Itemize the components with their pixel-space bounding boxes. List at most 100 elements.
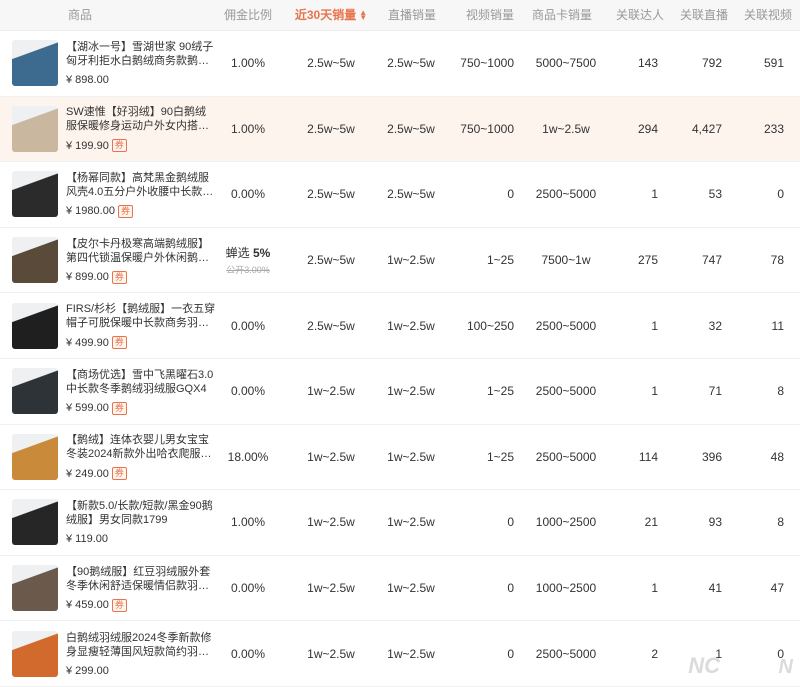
product-price: ¥ 249.00 — [66, 467, 109, 480]
lives-cell[interactable]: 747 — [670, 228, 722, 293]
video-sales-cell: 0 — [507, 187, 514, 202]
table-row[interactable]: 【鹅绒】连体衣婴儿男女宝宝冬装2024新款外出哈衣爬服防风 ¥ 249.00 券… — [0, 424, 800, 491]
product-name[interactable]: 白鹅绒羽绒服2024冬季新款修身显瘦轻薄国风短款简约羽绒服 — [66, 631, 216, 659]
lives-cell[interactable]: 71 — [670, 359, 722, 424]
influencers-cell[interactable]: 2 — [606, 621, 658, 686]
product-info[interactable]: 【90鹅绒服】红豆羽绒服外套冬季休闲舒适保暖情侣款羽绒外套 ¥ 459.00 券 — [12, 556, 224, 621]
commission-cell: 18.00% — [227, 449, 269, 464]
commission-cell: 0.00% — [230, 646, 266, 661]
lives-cell[interactable]: 32 — [670, 293, 722, 358]
videos-cell[interactable]: 47 — [732, 556, 784, 621]
table-row[interactable]: SW速惟【好羽绒】90白鹅绒服保暖修身运动户外女内搭羽绒服 ¥ 199.90 券… — [0, 96, 800, 163]
header-commission[interactable]: 佣金比例 — [218, 0, 278, 30]
lives-cell[interactable]: 396 — [670, 425, 722, 490]
product-name[interactable]: 【皮尔卡丹极寒高端鹅绒服】第四代锁温保暖户外休闲鹅绒男款 — [66, 237, 216, 265]
product-info[interactable]: FIRS/杉杉【鹅绒服】一衣五穿帽子可脱保暖中长款商务羽绒服 ¥ 499.90 … — [12, 293, 224, 358]
sort-desc-icon[interactable]: ▲ ▼ — [359, 9, 367, 22]
card-sales-cell: 1w~2.5w — [542, 121, 590, 136]
product-info[interactable]: SW速惟【好羽绒】90白鹅绒服保暖修身运动户外女内搭羽绒服 ¥ 199.90 券 — [12, 97, 224, 162]
product-thumbnail[interactable] — [12, 237, 58, 284]
influencers-cell[interactable]: 1 — [606, 359, 658, 424]
sales30-cell: 1w~2.5w — [307, 515, 355, 530]
videos-cell[interactable]: 78 — [732, 228, 784, 293]
header-live-sales[interactable]: 直播销量 — [380, 0, 444, 30]
videos-cell[interactable]: 11 — [732, 293, 784, 358]
product-thumbnail[interactable] — [12, 40, 58, 87]
product-thumbnail[interactable] — [12, 105, 58, 152]
videos-cell[interactable]: 0 — [732, 162, 784, 227]
product-info[interactable]: 【鹅绒】连体衣婴儿男女宝宝冬装2024新款外出哈衣爬服防风 ¥ 249.00 券 — [12, 425, 224, 490]
lives-cell[interactable]: 792 — [670, 31, 722, 96]
product-name[interactable]: 【90鹅绒服】红豆羽绒服外套冬季休闲舒适保暖情侣款羽绒外套 — [66, 565, 216, 593]
videos-cell[interactable]: 48 — [732, 425, 784, 490]
table-row[interactable]: 【杨幂同款】高梵黑金鹅绒服风壳4.0五分户外收腰中长款羽绒服 ¥ 1980.00… — [0, 162, 800, 228]
influencers-cell[interactable]: 143 — [606, 31, 658, 96]
header-video-sales[interactable]: 视频销量 — [458, 0, 522, 30]
coupon-badge: 券 — [111, 139, 127, 153]
product-name[interactable]: 【新款5.0/长款/短款/黑金90鹅绒服】男女同款1799 — [66, 499, 216, 527]
influencers-cell[interactable]: 1 — [606, 162, 658, 227]
header-sales30[interactable]: 近30天销量 ▲ ▼ — [286, 0, 376, 30]
header-videos[interactable]: 关联视频 — [738, 0, 798, 30]
videos-cell[interactable]: 8 — [732, 490, 784, 555]
product-info[interactable]: 白鹅绒羽绒服2024冬季新款修身显瘦轻薄国风短款简约羽绒服 ¥ 299.00 — [12, 621, 224, 686]
product-name[interactable]: FIRS/杉杉【鹅绒服】一衣五穿帽子可脱保暖中长款商务羽绒服 — [66, 302, 216, 330]
card-sales-cell: 1000~2500 — [535, 581, 597, 596]
table-row[interactable]: 【新款5.0/长款/短款/黑金90鹅绒服】男女同款1799 ¥ 119.00 1… — [0, 490, 800, 556]
product-name[interactable]: 【商场优选】雪中飞黑曜石3.0中长款冬季鹅绒羽绒服GQX4 — [66, 368, 216, 396]
product-thumbnail[interactable] — [12, 630, 58, 677]
videos-cell[interactable]: 591 — [732, 31, 784, 96]
product-name[interactable]: 【杨幂同款】高梵黑金鹅绒服风壳4.0五分户外收腰中长款羽绒服 — [66, 171, 216, 199]
table-row[interactable]: 【湖冰一号】雪湖世家 90绒子匈牙利拒水白鹅绒商务款鹅绒服 ¥ 898.00 1… — [0, 31, 800, 97]
header-influencers[interactable]: 关联达人 — [610, 0, 670, 30]
table-row[interactable]: 【商场优选】雪中飞黑曜石3.0中长款冬季鹅绒羽绒服GQX4 ¥ 599.00 券… — [0, 358, 800, 425]
influencers-cell[interactable]: 275 — [606, 228, 658, 293]
sales30-cell: 2.5w~5w — [307, 318, 355, 333]
product-thumbnail[interactable] — [12, 433, 58, 480]
card-sales-cell: 2500~5000 — [535, 318, 597, 333]
video-sales-cell: 100~250 — [466, 318, 514, 333]
header-lives[interactable]: 关联直播 — [674, 0, 734, 30]
product-info[interactable]: 【皮尔卡丹极寒高端鹅绒服】第四代锁温保暖户外休闲鹅绒男款 ¥ 899.00 券 — [12, 228, 224, 293]
product-name[interactable]: 【湖冰一号】雪湖世家 90绒子匈牙利拒水白鹅绒商务款鹅绒服 — [66, 40, 216, 68]
commission-selected: 蝉选 5% — [225, 246, 271, 261]
product-thumbnail[interactable] — [12, 171, 58, 218]
influencers-cell[interactable]: 1 — [606, 556, 658, 621]
coupon-badge: 券 — [111, 467, 127, 481]
product-thumbnail[interactable] — [12, 499, 58, 546]
product-price: ¥ 119.00 — [66, 533, 109, 546]
influencers-cell[interactable]: 114 — [606, 425, 658, 490]
videos-cell[interactable]: 0 — [732, 621, 784, 686]
product-thumbnail[interactable] — [12, 565, 58, 612]
videos-cell[interactable]: 233 — [732, 97, 784, 162]
product-thumbnail[interactable] — [12, 368, 58, 415]
influencers-cell[interactable]: 294 — [606, 97, 658, 162]
lives-cell[interactable]: 53 — [670, 162, 722, 227]
lives-cell[interactable]: 41 — [670, 556, 722, 621]
influencers-cell[interactable]: 21 — [606, 490, 658, 555]
coupon-badge: 券 — [111, 401, 127, 415]
product-thumbnail[interactable] — [12, 302, 58, 349]
product-info[interactable]: 【商场优选】雪中飞黑曜石3.0中长款冬季鹅绒羽绒服GQX4 ¥ 599.00 券 — [12, 359, 224, 424]
live-sales-cell: 1w~2.5w — [387, 581, 435, 596]
sales30-cell: 1w~2.5w — [307, 581, 355, 596]
video-sales-cell: 1~25 — [486, 449, 514, 464]
header-product: 商品 — [68, 8, 93, 22]
product-info[interactable]: 【湖冰一号】雪湖世家 90绒子匈牙利拒水白鹅绒商务款鹅绒服 ¥ 898.00 — [12, 31, 224, 96]
product-price: ¥ 599.00 — [66, 402, 109, 415]
header-card-sales[interactable]: 商品卡销量 — [530, 0, 594, 30]
product-info[interactable]: 【杨幂同款】高梵黑金鹅绒服风壳4.0五分户外收腰中长款羽绒服 ¥ 1980.00… — [12, 162, 224, 227]
commission-public: 公开3.00% — [226, 265, 270, 276]
influencers-cell[interactable]: 1 — [606, 293, 658, 358]
product-name[interactable]: 【鹅绒】连体衣婴儿男女宝宝冬装2024新款外出哈衣爬服防风 — [66, 433, 216, 461]
lives-cell[interactable]: 4,427 — [670, 97, 722, 162]
product-info[interactable]: 【新款5.0/长款/短款/黑金90鹅绒服】男女同款1799 ¥ 119.00 — [12, 490, 224, 555]
card-sales-cell: 2500~5000 — [535, 646, 597, 661]
table-row[interactable]: 【90鹅绒服】红豆羽绒服外套冬季休闲舒适保暖情侣款羽绒外套 ¥ 459.00 券… — [0, 555, 800, 622]
videos-cell[interactable]: 8 — [732, 359, 784, 424]
table-row[interactable]: FIRS/杉杉【鹅绒服】一衣五穿帽子可脱保暖中长款商务羽绒服 ¥ 499.90 … — [0, 293, 800, 359]
lives-cell[interactable]: 93 — [670, 490, 722, 555]
product-name[interactable]: SW速惟【好羽绒】90白鹅绒服保暖修身运动户外女内搭羽绒服 — [66, 105, 216, 133]
table-row[interactable]: 白鹅绒羽绒服2024冬季新款修身显瘦轻薄国风短款简约羽绒服 ¥ 299.00 0… — [0, 621, 800, 687]
table-row[interactable]: 【皮尔卡丹极寒高端鹅绒服】第四代锁温保暖户外休闲鹅绒男款 ¥ 899.00 券 … — [0, 227, 800, 294]
